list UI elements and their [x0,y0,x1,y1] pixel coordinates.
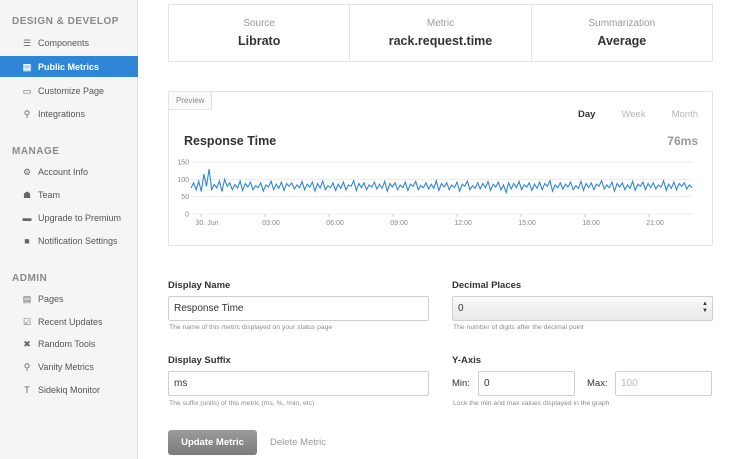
range-tab-month[interactable]: Month [672,109,698,120]
display-suffix-help: The suffix (units) of this metric (ms, %… [169,400,315,407]
sidebar: DESIGN & DEVELOP ☰ Components ▤ Public Metri… [0,0,138,459]
display-suffix-label: Display Suffix [168,355,231,366]
series-line [190,168,693,195]
display-name-input[interactable] [168,296,429,321]
sidebar-item-label: Pages [38,293,64,304]
sidebar-item-components[interactable]: ☰ Components [0,32,138,53]
y-tick-label: 50 [181,194,189,201]
sidebar-item-label: Account Info [38,166,89,177]
sidebar-item-label: Team [38,189,61,200]
range-tab-week[interactable]: Week [621,109,645,120]
metrics-icon: ⚲ [23,361,31,372]
sidebar-item-sidekiq-monitor[interactable]: T Sidekiq Monitor [0,379,138,400]
source-label: Source [243,18,275,29]
decimal-places-value: 0 [458,303,464,314]
preview-panel: Preview Day Week Month Response Time 76ms … [168,91,713,246]
sidebar-item-random-tools[interactable]: ✖ Random Tools [0,333,138,354]
chart-current-value: 76ms [667,134,698,148]
monitor-icon: T [24,384,30,395]
display-name-help: The name of this metric displayed on you… [169,324,333,331]
envelope-icon: ■ [24,235,30,246]
list-icon: ☰ [22,37,32,48]
x-tick-label: 15:00 [518,220,536,227]
image-icon: ▭ [22,85,32,96]
metric-cell: Metric rack.request.time [350,5,532,61]
sidebar-item-label: Customize Page [38,85,105,96]
x-tick-label: 03:00 [262,220,280,227]
metric-label: Metric [426,18,455,29]
check-icon: ☑ [22,316,32,327]
decimal-places-help: The number of digits after the decimal p… [453,324,584,331]
sidebar-item-account-info[interactable]: ⚙ Account Info [0,161,138,182]
main-content: Source Librato Metric rack.request.time … [138,0,744,459]
chart-title: Response Time [184,134,277,148]
sidebar-item-recent-updates[interactable]: ☑ Recent Updates [0,311,138,332]
sidebar-item-label: Random Tools [38,338,96,349]
decimal-places-label: Decimal Places [452,280,522,291]
update-metric-button[interactable]: Update Metric [168,430,257,455]
chart-icon: ▤ [22,61,32,72]
summarization-value: Average [597,34,647,48]
source-cell: Source Librato [169,5,351,61]
group-icon: ☗ [22,189,32,200]
yaxis-min-input[interactable] [478,371,575,396]
summarization-label: Summarization [588,18,656,29]
source-value: Librato [237,34,281,48]
pages-icon: ▤ [22,293,32,304]
sidebar-section-title: DESIGN & DEVELOP [12,16,119,27]
sidebar-item-vanity-metrics[interactable]: ⚲ Vanity Metrics [0,356,138,377]
yaxis-max-input[interactable] [615,371,712,396]
sidebar-item-upgrade-to-premium[interactable]: ▬ Upgrade to Premium [0,207,138,228]
card-icon: ▬ [22,212,32,223]
y-tick-label: 0 [185,212,189,219]
sidebar-item-notification-settings[interactable]: ■ Notification Settings [0,230,138,251]
yaxis-help: Lock the min and max values displayed in… [453,400,610,407]
sidebar-item-label: Upgrade to Premium [38,212,122,223]
sidebar-item-label: Recent Updates [38,316,103,327]
max-label: Max: [587,378,608,389]
sidebar-section-title: MANAGE [12,146,60,157]
y-tick-label: 100 [177,177,189,184]
plug-icon: ⚲ [23,108,31,119]
sidebar-item-integrations[interactable]: ⚲ Integrations [0,103,138,124]
sidebar-item-label: Vanity Metrics [38,361,94,372]
range-tab-day[interactable]: Day [578,109,595,120]
tools-icon: ✖ [23,338,31,349]
x-tick-label: 21:00 [646,220,664,227]
sidebar-item-team[interactable]: ☗ Team [0,184,138,205]
y-tick-label: 150 [177,160,189,167]
sidebar-item-label: Integrations [38,108,86,119]
decimal-places-select[interactable]: 0 ▲ ▼ [452,296,713,321]
sidebar-item-label: Components [38,37,90,48]
x-tick-label: 06:00 [326,220,344,227]
sidebar-item-label: Notification Settings [38,235,118,246]
gear-icon: ⚙ [22,166,32,177]
sidebar-item-public-metrics[interactable]: ▤ Public Metrics [0,56,138,77]
sidebar-section-title: ADMIN [12,273,48,284]
summarization-cell: Summarization Average [532,5,712,61]
select-arrows-icon: ▲ ▼ [702,301,708,314]
x-tick-label: 30. Jun [196,220,219,227]
min-label: Min: [452,378,470,389]
x-tick-label: 09:00 [390,220,408,227]
display-name-label: Display Name [168,280,231,291]
sidebar-item-label: Sidekiq Monitor [38,384,101,395]
metric-value: rack.request.time [388,34,493,48]
x-tick-label: 12:00 [454,220,472,227]
range-tabs: Day Week Month [552,109,698,120]
yaxis-label: Y-Axis [452,355,482,366]
x-tick-label: 18:00 [582,220,600,227]
metric-summary: Source Librato Metric rack.request.time … [168,4,713,62]
preview-tab: Preview [169,92,213,110]
sidebar-item-customize-page[interactable]: ▭ Customize Page [0,80,138,101]
response-time-chart: 150 100 50 0 30. Jun 03:00 06:00 09:00 12:00 15:0… [177,160,693,227]
sidebar-item-label: Public Metrics [38,61,100,72]
display-suffix-input[interactable] [168,371,429,396]
delete-metric-link[interactable]: Delete Metric [270,437,326,448]
sidebar-item-pages[interactable]: ▤ Pages [0,288,138,309]
